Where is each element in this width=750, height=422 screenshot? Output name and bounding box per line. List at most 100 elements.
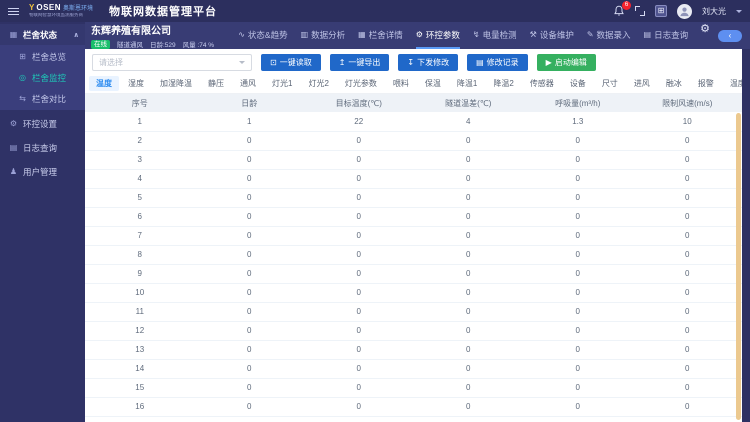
filter-tab-11[interactable]: 降温2 [486, 76, 520, 91]
table-cell: 1 [194, 112, 304, 132]
sidebar-item-pen-monitor[interactable]: ◎ 栏舍监控 [0, 67, 85, 88]
tab-device-maintain[interactable]: ⚒ 设备维护 [530, 22, 574, 49]
top-nav: ∿ 状态&趋势 ▥ 数据分析 ▦ 栏舍详情 ⚙ 环控参数 ↯ 电量检测 ⚒ 设备维护 ✎ 数据录入 ▤ 日志查… [238, 22, 688, 49]
push-modify-button[interactable]: ↧ 下发修改 [398, 54, 459, 71]
table-row[interactable]: 300000 [85, 150, 742, 170]
tab-data-analysis[interactable]: ▥ 数据分析 [301, 22, 346, 49]
table-cell: 0 [413, 302, 523, 322]
table-row[interactable]: 14 0 0 0 0 0 [85, 359, 742, 379]
sidebar-item-env-setting[interactable]: ⚙ 环控设置 [0, 113, 85, 134]
table-row[interactable]: 500000 [85, 188, 742, 208]
sidebar-item-label: 日志查询 [23, 142, 58, 153]
sidebar-item-label: 栏舍对比 [32, 93, 67, 104]
pen-status-icon: ▦ [9, 30, 18, 39]
table-cell: 0 [194, 359, 304, 379]
fullscreen-icon[interactable] [635, 6, 645, 16]
table-row[interactable]: 800000 [85, 245, 742, 265]
collapse-panel-button[interactable]: ‹ [718, 29, 742, 42]
table-cell: 0 [523, 283, 633, 303]
settings-gear-icon[interactable]: ⚙ [700, 22, 710, 49]
filter-tab-14[interactable]: 尺寸 [595, 76, 625, 91]
filter-tab-6[interactable]: 灯光2 [301, 76, 335, 91]
filter-tab-5[interactable]: 灯光1 [265, 76, 299, 91]
table-wrap: 序号 日龄 目标温度(℃) 隧道温差(℃) 呼吸量(m³/h) 限制风速(m/s) 112… [85, 94, 742, 422]
table-cell: 0 [304, 150, 414, 170]
table-row[interactable]: 700000 [85, 226, 742, 246]
filter-tab-3[interactable]: 静压 [201, 76, 231, 91]
device-select[interactable]: 请选择 [92, 54, 252, 71]
sidebar-item-pen-overview[interactable]: ⊞ 栏舍总览 [0, 46, 85, 67]
filter-tab-18[interactable]: 温度定义 [723, 76, 742, 91]
table-row[interactable]: 400000 [85, 169, 742, 189]
table-cell: 0 [194, 340, 304, 360]
nav-label: 日志查询 [654, 29, 689, 40]
table-row[interactable]: 900000 [85, 264, 742, 284]
table-cell: 0 [632, 150, 742, 170]
read-all-button[interactable]: ⊡ 一键读取 [261, 54, 321, 71]
table-row[interactable]: 10 0 0 0 0 0 [85, 283, 742, 303]
user-name[interactable]: 刘大光 [702, 6, 726, 17]
menu-icon[interactable] [8, 7, 19, 15]
filter-tab-0[interactable]: 温度 [89, 76, 119, 91]
export-all-button[interactable]: ↥ 一键导出 [329, 54, 390, 71]
chevron-down-icon[interactable] [736, 9, 742, 13]
table-cell: 0 [413, 283, 523, 303]
filter-tab-15[interactable]: 进风 [627, 76, 657, 91]
filter-tab-9[interactable]: 保温 [418, 76, 448, 91]
maintain-icon: ⚒ [529, 30, 537, 39]
table-row[interactable]: 15 0 0 0 0 0 [85, 378, 742, 398]
filter-tab-16[interactable]: 融冰 [659, 76, 689, 91]
table-row[interactable]: 16 0 0 0 0 0 [85, 397, 742, 417]
filter-tab-8[interactable]: 喂料 [386, 76, 416, 91]
sidebar-item-user-mgmt[interactable]: ♟ 用户管理 [0, 161, 85, 182]
table-cell: 0 [304, 245, 414, 265]
filter-tab-17[interactable]: 报警 [691, 76, 721, 91]
modify-record-button[interactable]: ▤ 修改记录 [467, 54, 528, 71]
table-row[interactable]: 600000 [85, 207, 742, 227]
tab-power-check[interactable]: ↯ 电量检测 [473, 22, 517, 49]
table-cell: 0 [523, 245, 633, 265]
sidebar-item-log-query[interactable]: ▤ 日志查询 [0, 137, 85, 158]
filter-tab-1[interactable]: 湿度 [121, 76, 151, 91]
table-row[interactable]: 1 1 22 4 1.3 10 [85, 112, 742, 132]
notification-bell-icon[interactable]: 6 [613, 1, 631, 17]
table-cell: 0 [523, 321, 633, 341]
filter-tab-10[interactable]: 降温1 [450, 76, 484, 91]
table-row[interactable]: 11 0 0 0 0 0 [85, 302, 742, 322]
table-row[interactable]: 13 0 0 0 0 0 [85, 340, 742, 360]
table-cell: 0 [413, 150, 523, 170]
table-cell: 0 [304, 264, 414, 284]
bar-chart-icon: ▥ [300, 30, 309, 39]
apps-icon[interactable]: ⊞ [655, 5, 667, 17]
column-header: 序号 [85, 94, 195, 112]
table-cell: 0 [632, 245, 742, 265]
filter-tab-13[interactable]: 设备 [563, 76, 593, 91]
page-title: 物联网数据管理平台 [109, 6, 217, 18]
vertical-scrollbar[interactable] [736, 113, 741, 420]
tab-log-query-top[interactable]: ▤ 日志查询 [644, 22, 689, 49]
start-edit-button[interactable]: ▶ 启动编辑 [536, 54, 596, 71]
filter-tab-4[interactable]: 通风 [233, 76, 263, 91]
sidebar-item-label: 栏舍总览 [32, 51, 67, 62]
filter-tab-12[interactable]: 传感器 [523, 76, 561, 91]
table-cell: 0 [304, 302, 414, 322]
tab-env-params[interactable]: ⚙ 环控参数 [415, 22, 460, 49]
filter-tab-2[interactable]: 加湿降温 [153, 76, 199, 91]
table-row[interactable]: 200000 [85, 131, 742, 151]
sidebar-item-pen-status[interactable]: ▦ 栏舍状态 ∧ [0, 24, 85, 45]
table-cell: 0 [194, 321, 304, 341]
table-cell: 0 [632, 359, 742, 379]
avatar[interactable] [677, 3, 692, 19]
table-cell: 0 [413, 188, 523, 208]
filter-tab-7[interactable]: 灯光参数 [338, 76, 384, 91]
tab-pen-detail[interactable]: ▦ 栏舍详情 [358, 22, 403, 49]
table-cell: 0 [413, 359, 523, 379]
table-cell: 0 [523, 226, 633, 246]
tab-data-entry[interactable]: ✎ 数据录入 [587, 22, 631, 49]
tab-status-trend[interactable]: ∿ 状态&趋势 [238, 22, 287, 49]
table-cell: 0 [632, 264, 742, 284]
table-row[interactable]: 12 0 0 0 0 0 [85, 321, 742, 341]
table-cell: 3 [85, 150, 195, 170]
sidebar-item-pen-compare[interactable]: ⇆ 栏舍对比 [0, 88, 85, 109]
table-cell: 0 [413, 340, 523, 360]
